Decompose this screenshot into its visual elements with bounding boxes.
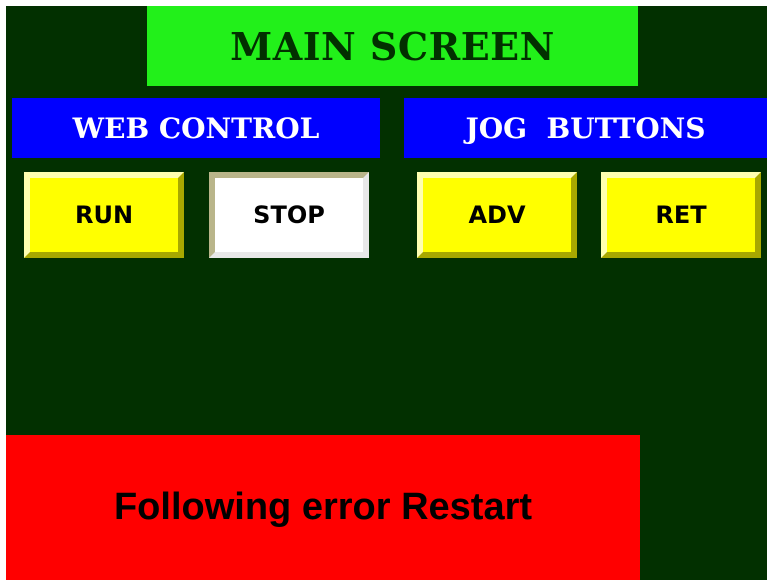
advance-jog-button-label: ADV (468, 201, 526, 229)
retract-jog-button[interactable]: RET (601, 172, 761, 258)
alarm-message: Following error Restart (113, 486, 533, 528)
stop-button-label: STOP (253, 201, 325, 229)
page-title: MAIN SCREEN (147, 6, 638, 86)
stop-button[interactable]: STOP (209, 172, 369, 258)
alarm-banner: Following error Restart (6, 435, 640, 580)
web-control-header: WEB CONTROL (12, 98, 380, 158)
jog-buttons-header: JOG BUTTONS (404, 98, 767, 158)
run-button[interactable]: RUN (24, 172, 184, 258)
advance-jog-button[interactable]: ADV (417, 172, 577, 258)
run-button-label: RUN (74, 201, 134, 229)
hmi-screen: MAIN SCREEN WEB CONTROL JOG BUTTONS RUN … (6, 6, 767, 580)
retract-jog-button-label: RET (655, 201, 707, 229)
